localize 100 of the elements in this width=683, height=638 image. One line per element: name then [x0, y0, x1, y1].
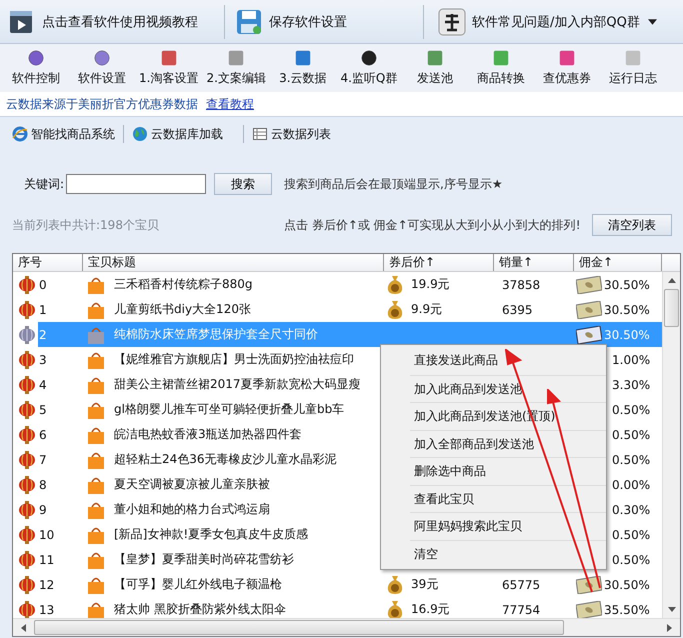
menu-item[interactable]: 清空	[410, 540, 606, 567]
title-cell[interactable]: 【皇梦】夏季甜美时尚碎花雪纺衫	[114, 551, 294, 568]
title-cell[interactable]: 【可孚】婴儿红外线电子额温枪	[114, 576, 282, 593]
nav-button[interactable]: 运行日志	[600, 44, 665, 92]
scroll-thumb[interactable]	[34, 620, 564, 635]
index-cell: 3	[39, 352, 47, 366]
shopping-bag-icon	[87, 476, 105, 494]
column-header[interactable]: 宝贝标题	[83, 254, 384, 271]
commission-cell: 0.30%	[612, 502, 650, 516]
app-logo-icon	[438, 8, 466, 36]
square-icon	[624, 49, 642, 67]
nav-button[interactable]: 软件控制	[4, 44, 68, 92]
toolbar-button[interactable]: 点击查看软件使用视频教程	[0, 4, 224, 40]
tab[interactable]: 云数据库加载	[132, 126, 229, 142]
price-cell: 16.9元	[411, 601, 450, 618]
scroll-down-icon[interactable]	[668, 607, 676, 612]
lantern-icon	[18, 574, 36, 594]
column-header[interactable]: 序号	[13, 254, 83, 271]
title-cell[interactable]: 夏天空调被夏凉被儿童亲肤被	[114, 476, 270, 493]
index-cell: 11	[39, 552, 54, 566]
commission-cell: 0.50%	[612, 402, 650, 416]
column-header[interactable]: 券后价↑	[384, 254, 494, 271]
shopping-bag-icon	[87, 426, 105, 444]
commission-cell: 0.50%	[612, 428, 650, 442]
title-cell[interactable]: 皖洁电热蚊香液3瓶送加热器四件套	[114, 426, 302, 443]
toolbar-button[interactable]: 保存软件设置	[225, 4, 423, 40]
lantern-icon	[18, 600, 36, 618]
title-cell[interactable]: gl格朗婴儿推车可坐可躺轻便折叠儿童bb车	[114, 401, 344, 418]
tab[interactable]: 云数据列表	[252, 126, 337, 142]
price-cell: 9.9元	[411, 301, 442, 318]
title-cell[interactable]: 三禾稻香村传统粽子880g	[114, 276, 253, 293]
toolbar-button[interactable]: 软件常见问题/加入内部QQ群	[424, 4, 665, 40]
title-cell[interactable]: 【妮维雅官方旗舰店】男士洗面奶控油祛痘印	[114, 351, 354, 368]
menu-item[interactable]: 阿里妈妈搜索此宝贝	[410, 512, 606, 540]
commission-cell: 0.50%	[612, 452, 650, 466]
vertical-scrollbar[interactable]	[662, 272, 680, 618]
lantern-icon	[18, 274, 36, 294]
globe-icon	[132, 126, 148, 142]
index-cell: 10	[39, 528, 54, 542]
lantern-icon	[18, 474, 36, 494]
index-cell: 0	[39, 278, 47, 292]
commission-cell: 30.50%	[604, 328, 650, 342]
circle-icon	[27, 49, 45, 67]
money-bag-icon	[386, 600, 404, 618]
commission-cell: 35.50%	[604, 602, 650, 616]
nav-button[interactable]: 4.监听Q群	[336, 44, 401, 92]
index-cell: 2	[39, 328, 47, 342]
scroll-thumb[interactable]	[664, 289, 679, 327]
square-icon	[492, 49, 510, 67]
caret-icon	[648, 18, 657, 24]
clear-list-button[interactable]: 清空列表	[592, 214, 672, 236]
nav-button[interactable]: 1.淘客设置	[136, 44, 202, 92]
tutorial-link[interactable]: 查看教程	[206, 96, 254, 112]
column-header[interactable]: 佣金↑	[574, 254, 662, 271]
title-cell[interactable]: 甜美公主裙蕾丝裙2017夏季新款宽松大码显瘦	[114, 376, 361, 393]
shopping-bag-icon	[87, 500, 105, 518]
banknote-icon	[576, 276, 602, 294]
square-icon	[294, 49, 312, 67]
commission-cell: 30.50%	[604, 578, 650, 592]
lantern-icon	[18, 374, 36, 394]
circle-icon	[360, 49, 378, 67]
nav-button[interactable]: 发送池	[402, 44, 467, 92]
horizontal-scrollbar[interactable]	[13, 618, 680, 636]
nav-button[interactable]: 2.文案编辑	[203, 44, 269, 92]
price-cell: 19.9元	[411, 276, 450, 293]
tab[interactable]: 智能找商品系统	[12, 126, 121, 142]
index-cell: 4	[39, 378, 47, 392]
lantern-icon	[18, 300, 36, 320]
keyword-field[interactable]	[66, 174, 206, 194]
money-bag-icon	[386, 300, 404, 320]
scroll-up-icon[interactable]	[668, 278, 676, 283]
column-header[interactable]: 销量↑	[494, 254, 574, 271]
menu-item[interactable]: 直接发送此商品	[410, 347, 606, 374]
title-cell[interactable]: 儿童剪纸书diy大全120张	[114, 301, 251, 318]
title-cell[interactable]: 董小姐和她的格力台式鸿运扇	[114, 501, 270, 518]
scroll-right-icon[interactable]	[667, 624, 672, 632]
nav-button[interactable]: 3.云数据	[270, 44, 335, 92]
menu-item[interactable]: 查看此宝贝	[410, 484, 606, 512]
lantern-icon	[18, 500, 36, 520]
square-icon	[160, 49, 178, 67]
scroll-left-icon[interactable]	[21, 624, 26, 632]
sales-cell: 37858	[502, 278, 540, 292]
nav-button[interactable]: 软件设置	[70, 44, 134, 92]
title-cell[interactable]: 超轻粘土24色36无毒橡皮沙儿童水晶彩泥	[114, 451, 337, 468]
commission-cell: 1.00%	[612, 352, 650, 366]
nav-button[interactable]: 商品转换	[468, 44, 533, 92]
search-button[interactable]: 搜索	[214, 173, 272, 195]
menu-item[interactable]: 加入全部商品到发送池	[410, 430, 606, 457]
index-cell: 12	[39, 578, 54, 592]
search-hint: 搜索到商品后会在最顶端显示,序号显示★	[284, 176, 503, 192]
commission-cell: 3.30%	[612, 378, 650, 392]
nav-button[interactable]: 查优惠券	[534, 44, 599, 92]
title-cell[interactable]: 猪太帅 黑胶折叠防紫外线太阳伞	[114, 601, 286, 618]
sort-hint: 点击 券后价↑或 佣金↑可实现从大到小从小到大的排列!	[284, 216, 582, 234]
item-count: 当前列表中共计:198个宝贝	[12, 216, 160, 234]
menu-item[interactable]: 删除选中商品	[410, 457, 606, 484]
title-cell[interactable]: [新品]女神款!夏季女包真皮牛皮质感	[114, 526, 308, 543]
lantern-icon	[18, 324, 36, 344]
index-cell: 7	[39, 452, 47, 466]
shopping-bag-icon	[87, 376, 105, 394]
